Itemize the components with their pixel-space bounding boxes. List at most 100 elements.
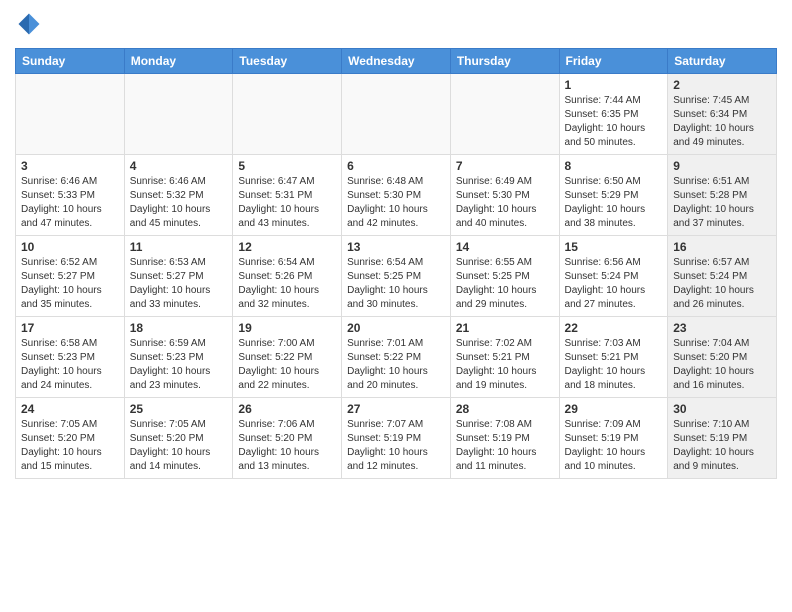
calendar-week-4: 17 Sunrise: 6:58 AM Sunset: 5:23 PM Dayli… — [16, 317, 777, 398]
calendar-cell: 30Sunrise: 7:10 AM Sunset: 5:19 PM Dayli… — [668, 398, 777, 479]
day-number: 19 — [238, 321, 336, 335]
calendar-cell — [16, 74, 125, 155]
day-info: Sunrise: 6:54 AM Sunset: 5:25 PM Dayligh… — [347, 256, 445, 312]
day-number: 8 — [565, 159, 663, 173]
day-info: Sunrise: 7:44 AM Sunset: 6:35 PM Dayligh… — [565, 94, 663, 150]
weekday-header-thursday: Thursday — [450, 49, 559, 74]
day-number: 27 — [347, 402, 445, 416]
weekday-header-monday: Monday — [124, 49, 233, 74]
day-info: Sunrise: 7:02 AM Sunset: 5:21 PM Dayligh… — [456, 337, 554, 393]
day-number: 2 — [673, 78, 771, 92]
day-number: 22 — [565, 321, 663, 335]
day-info: Sunrise: 6:52 AM Sunset: 5:27 PM Dayligh… — [21, 256, 119, 312]
calendar-cell — [450, 74, 559, 155]
day-info: Sunrise: 7:04 AM Sunset: 5:20 PM Dayligh… — [673, 337, 771, 393]
day-number: 4 — [130, 159, 228, 173]
day-number: 7 — [456, 159, 554, 173]
calendar-cell — [124, 74, 233, 155]
calendar-cell: 16 Sunrise: 6:57 AM Sunset: 5:24 PM Dayli… — [668, 236, 777, 317]
day-number: 28 — [456, 402, 554, 416]
day-number: 9 — [673, 159, 771, 173]
calendar-week-3: 10Sunrise: 6:52 AM Sunset: 5:27 PM Dayli… — [16, 236, 777, 317]
day-info: Sunrise: 6:46 AM Sunset: 5:32 PM Dayligh… — [130, 175, 228, 231]
calendar-cell: 8 Sunrise: 6:50 AM Sunset: 5:29 PM Daylig… — [559, 155, 668, 236]
calendar-cell: 6 Sunrise: 6:48 AM Sunset: 5:30 PM Daylig… — [342, 155, 451, 236]
calendar-cell: 13 Sunrise: 6:54 AM Sunset: 5:25 PM Dayli… — [342, 236, 451, 317]
day-number: 20 — [347, 321, 445, 335]
calendar-cell: 26Sunrise: 7:06 AM Sunset: 5:20 PM Dayli… — [233, 398, 342, 479]
calendar-header-row: SundayMondayTuesdayWednesdayThursdayFrid… — [16, 49, 777, 74]
day-info: Sunrise: 6:58 AM Sunset: 5:23 PM Dayligh… — [21, 337, 119, 393]
day-number: 14 — [456, 240, 554, 254]
day-info: Sunrise: 6:46 AM Sunset: 5:33 PM Dayligh… — [21, 175, 119, 231]
day-number: 29 — [565, 402, 663, 416]
day-info: Sunrise: 7:09 AM Sunset: 5:19 PM Dayligh… — [565, 418, 663, 474]
day-number: 11 — [130, 240, 228, 254]
calendar-cell: 4 Sunrise: 6:46 AM Sunset: 5:32 PM Daylig… — [124, 155, 233, 236]
calendar-cell: 5Sunrise: 6:47 AM Sunset: 5:31 PM Daylig… — [233, 155, 342, 236]
day-number: 13 — [347, 240, 445, 254]
day-info: Sunrise: 6:57 AM Sunset: 5:24 PM Dayligh… — [673, 256, 771, 312]
calendar-cell: 1 Sunrise: 7:44 AM Sunset: 6:35 PM Daylig… — [559, 74, 668, 155]
day-number: 16 — [673, 240, 771, 254]
logo-icon — [15, 10, 43, 38]
day-info: Sunrise: 6:51 AM Sunset: 5:28 PM Dayligh… — [673, 175, 771, 231]
calendar-cell: 19 Sunrise: 7:00 AM Sunset: 5:22 PM Dayli… — [233, 317, 342, 398]
calendar-cell: 3 Sunrise: 6:46 AM Sunset: 5:33 PM Daylig… — [16, 155, 125, 236]
day-info: Sunrise: 6:48 AM Sunset: 5:30 PM Dayligh… — [347, 175, 445, 231]
day-number: 17 — [21, 321, 119, 335]
page-container: SundayMondayTuesdayWednesdayThursdayFrid… — [0, 0, 792, 489]
day-info: Sunrise: 7:03 AM Sunset: 5:21 PM Dayligh… — [565, 337, 663, 393]
calendar-cell: 7 Sunrise: 6:49 AM Sunset: 5:30 PM Daylig… — [450, 155, 559, 236]
day-info: Sunrise: 7:00 AM Sunset: 5:22 PM Dayligh… — [238, 337, 336, 393]
calendar-table: SundayMondayTuesdayWednesdayThursdayFrid… — [15, 48, 777, 479]
day-info: Sunrise: 7:10 AM Sunset: 5:19 PM Dayligh… — [673, 418, 771, 474]
calendar-cell: 18Sunrise: 6:59 AM Sunset: 5:23 PM Dayli… — [124, 317, 233, 398]
day-number: 26 — [238, 402, 336, 416]
day-number: 21 — [456, 321, 554, 335]
weekday-header-friday: Friday — [559, 49, 668, 74]
weekday-header-sunday: Sunday — [16, 49, 125, 74]
day-info: Sunrise: 7:05 AM Sunset: 5:20 PM Dayligh… — [130, 418, 228, 474]
day-number: 3 — [21, 159, 119, 173]
day-info: Sunrise: 7:05 AM Sunset: 5:20 PM Dayligh… — [21, 418, 119, 474]
header — [15, 10, 777, 38]
weekday-header-saturday: Saturday — [668, 49, 777, 74]
day-number: 1 — [565, 78, 663, 92]
logo — [15, 10, 47, 38]
day-number: 12 — [238, 240, 336, 254]
day-info: Sunrise: 6:47 AM Sunset: 5:31 PM Dayligh… — [238, 175, 336, 231]
calendar-cell: 22 Sunrise: 7:03 AM Sunset: 5:21 PM Dayli… — [559, 317, 668, 398]
calendar-cell: 27 Sunrise: 7:07 AM Sunset: 5:19 PM Dayli… — [342, 398, 451, 479]
day-info: Sunrise: 6:54 AM Sunset: 5:26 PM Dayligh… — [238, 256, 336, 312]
calendar-cell: 25 Sunrise: 7:05 AM Sunset: 5:20 PM Dayli… — [124, 398, 233, 479]
day-info: Sunrise: 6:59 AM Sunset: 5:23 PM Dayligh… — [130, 337, 228, 393]
day-number: 23 — [673, 321, 771, 335]
day-info: Sunrise: 7:01 AM Sunset: 5:22 PM Dayligh… — [347, 337, 445, 393]
day-info: Sunrise: 6:55 AM Sunset: 5:25 PM Dayligh… — [456, 256, 554, 312]
day-info: Sunrise: 6:49 AM Sunset: 5:30 PM Dayligh… — [456, 175, 554, 231]
calendar-cell: 12 Sunrise: 6:54 AM Sunset: 5:26 PM Dayli… — [233, 236, 342, 317]
calendar-cell: 24 Sunrise: 7:05 AM Sunset: 5:20 PM Dayli… — [16, 398, 125, 479]
day-info: Sunrise: 7:08 AM Sunset: 5:19 PM Dayligh… — [456, 418, 554, 474]
calendar-cell: 29 Sunrise: 7:09 AM Sunset: 5:19 PM Dayli… — [559, 398, 668, 479]
day-number: 25 — [130, 402, 228, 416]
calendar-cell: 9 Sunrise: 6:51 AM Sunset: 5:28 PM Daylig… — [668, 155, 777, 236]
calendar-cell: 10Sunrise: 6:52 AM Sunset: 5:27 PM Dayli… — [16, 236, 125, 317]
calendar-cell: 28 Sunrise: 7:08 AM Sunset: 5:19 PM Dayli… — [450, 398, 559, 479]
calendar-cell: 23 Sunrise: 7:04 AM Sunset: 5:20 PM Dayli… — [668, 317, 777, 398]
calendar-cell: 2 Sunrise: 7:45 AM Sunset: 6:34 PM Daylig… — [668, 74, 777, 155]
calendar-cell: 17 Sunrise: 6:58 AM Sunset: 5:23 PM Dayli… — [16, 317, 125, 398]
calendar-cell: 14 Sunrise: 6:55 AM Sunset: 5:25 PM Dayli… — [450, 236, 559, 317]
calendar-cell: 20 Sunrise: 7:01 AM Sunset: 5:22 PM Dayli… — [342, 317, 451, 398]
calendar-cell — [342, 74, 451, 155]
weekday-header-wednesday: Wednesday — [342, 49, 451, 74]
calendar-cell: 21 Sunrise: 7:02 AM Sunset: 5:21 PM Dayli… — [450, 317, 559, 398]
day-number: 6 — [347, 159, 445, 173]
day-info: Sunrise: 6:56 AM Sunset: 5:24 PM Dayligh… — [565, 256, 663, 312]
day-info: Sunrise: 7:45 AM Sunset: 6:34 PM Dayligh… — [673, 94, 771, 150]
day-number: 24 — [21, 402, 119, 416]
calendar-week-5: 24 Sunrise: 7:05 AM Sunset: 5:20 PM Dayli… — [16, 398, 777, 479]
day-info: Sunrise: 6:50 AM Sunset: 5:29 PM Dayligh… — [565, 175, 663, 231]
day-info: Sunrise: 7:07 AM Sunset: 5:19 PM Dayligh… — [347, 418, 445, 474]
